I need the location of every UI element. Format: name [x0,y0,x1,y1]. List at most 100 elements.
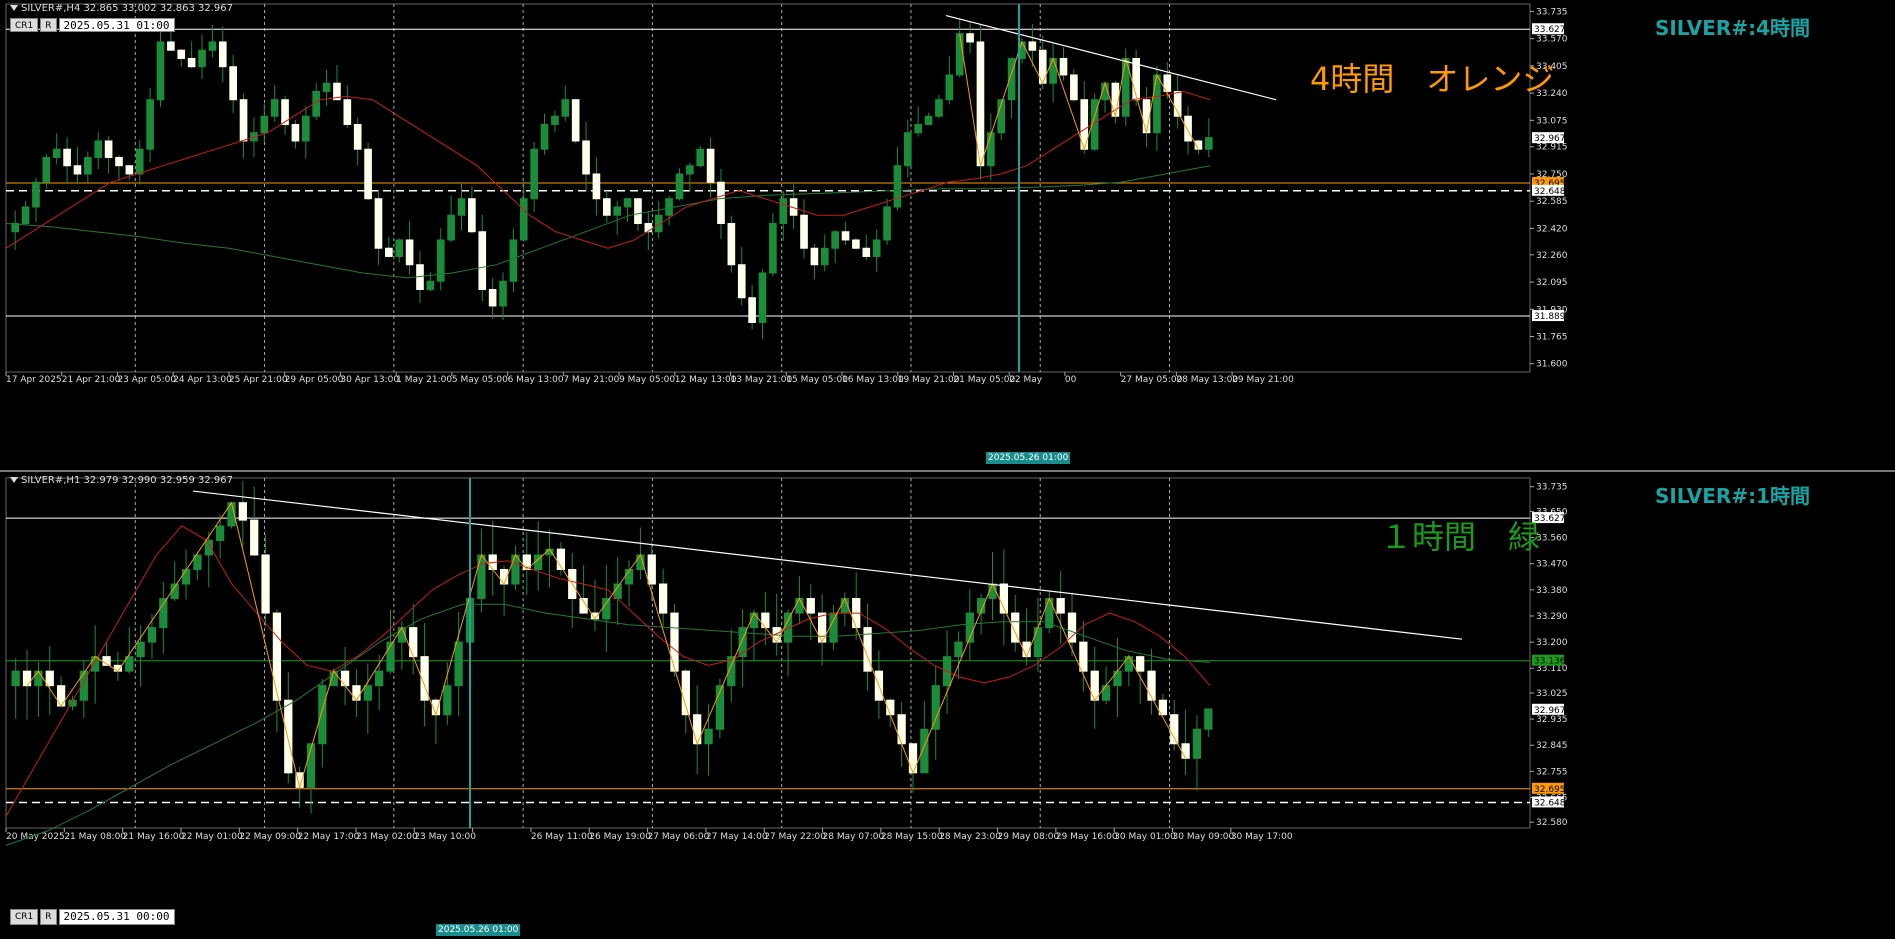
candle-body [215,525,225,541]
candle-body [1028,41,1037,51]
candle-body [94,140,103,158]
x-tick-label: 19 May 21:00 [898,375,960,385]
candle-body [238,502,247,521]
plot-frame [5,477,1531,829]
candle-body [198,49,206,68]
candle-body [374,198,383,249]
candle-body [1204,137,1213,150]
candle-body [935,99,943,117]
trend-line[interactable] [192,490,1463,640]
candle-body [829,612,838,643]
x-tick-label: 29 Apr 05:00 [285,375,344,385]
candle-body [1204,708,1213,730]
h1-chart-panel[interactable]: 33.73533.65033.56033.47033.38033.29033.2… [0,470,1895,939]
candle-body [976,41,985,167]
price-tag-label: 33.136 [1534,657,1566,667]
r-button[interactable]: R [40,909,57,925]
candle-body [696,148,705,167]
y-tick-label: 33.570 [1536,35,1568,45]
symbol-header: SILVER#,H1 32.979 32.990 32.959 32.967 [10,475,233,486]
h1-chart-canvas[interactable]: 33.73533.65033.56033.47033.38033.29033.2… [0,472,1895,939]
candle-body [385,247,393,257]
y-tick-label: 32.260 [1536,251,1568,261]
candle-body [795,598,804,614]
x-tick-label: 27 May 05:00 [1121,375,1183,385]
candle-body [426,280,435,290]
x-tick-label: 25 Apr 21:00 [229,375,288,385]
trend-line[interactable] [945,14,1277,101]
candle-body [136,641,145,658]
candle-body [457,198,466,216]
symbol-ohlc-text: SILVER#,H4 32.865 33.002 32.863 32.967 [21,3,233,14]
price-tag-label: 32.648 [1534,798,1566,808]
candle-body [395,239,404,257]
candle-body [613,206,622,216]
candle-body [903,132,912,167]
candle-body [945,74,954,101]
x-tick-label: 21 May 05:00 [953,375,1015,385]
candle-body [1170,714,1179,745]
candle-body [511,554,520,585]
candle-body [582,140,590,175]
x-tick-label: 27 May 06:00 [648,832,710,842]
candle-body [1079,641,1088,672]
dropdown-triangle-icon[interactable] [10,5,18,11]
h4-chart-canvas[interactable]: 33.73533.57033.40533.24033.07532.91532.7… [0,0,1895,468]
candle-body [21,206,30,224]
candle-body [488,288,497,307]
y-tick-label: 32.580 [1536,818,1568,828]
candle-body [147,627,157,643]
cursor-time-label: 2025.05.26 01:00 [436,924,521,936]
candle-body [1147,670,1156,701]
candle-body [405,239,414,266]
x-tick-label: 23 May 02:00 [356,832,418,842]
h4-chart-panel[interactable]: 33.735 33.570 33.405 33.240 33.075 32.915 32.7… [0,0,1895,468]
plot-frame [5,3,1531,373]
candle-body [954,641,963,658]
candle-body [322,82,331,92]
candle-body [706,148,715,183]
x-tick-label: 16 May 13:00 [842,375,904,385]
y-tick-label: 33.025 [1536,689,1568,699]
x-tick-label: 28 May 13:00 [1176,375,1238,385]
candle-body [519,198,528,241]
x-tick-label: 5 May 05:00 [452,375,508,385]
datetime-box[interactable]: 2025.05.31 01:00 [58,18,175,32]
candle-body [146,99,154,150]
candle-body [1101,685,1111,701]
candle-body [218,41,227,68]
y-tick-label: 33.290 [1536,612,1568,622]
candle-body [1136,656,1145,672]
chart-title: SILVER#:1時間 [1654,484,1810,508]
x-tick-label: 26 May 11:00 [531,832,593,842]
candle-body [115,156,123,167]
cursor-time-label: 2025.05.26 01:00 [986,452,1071,464]
candle-body [769,222,777,274]
x-tick-label: 00 [1065,375,1077,385]
candle-body [260,115,269,134]
candle-body [375,670,384,687]
r-button[interactable]: R [40,18,57,32]
chart-title: SILVER#:4時間 [1654,16,1810,40]
cr1-button[interactable]: CR1 [10,909,39,925]
x-tick-label: 28 May 07:00 [823,832,885,842]
dropdown-triangle-icon[interactable] [10,477,18,483]
candle-body [862,247,871,257]
candle-body [704,728,713,745]
x-tick-label: 29 May 21:00 [1232,375,1294,385]
candle-body [250,519,259,556]
candle-body [540,123,549,150]
candle-body [561,99,570,117]
candle-body [914,123,923,134]
y-tick-label: 33.735 [1536,7,1568,17]
sma-green-line [5,603,1211,846]
x-tick-label: 30 Apr 13:00 [340,375,399,385]
datetime-box[interactable]: 2025.05.31 00:00 [58,909,175,925]
y-tick-label: 32.420 [1536,224,1568,234]
cr1-button[interactable]: CR1 [10,18,39,32]
candle-body [45,670,54,687]
x-tick-label: 6 May 13:00 [508,375,564,385]
x-tick-label: 13 May 21:00 [731,375,793,385]
x-tick-label: 29 May 08:00 [998,832,1060,842]
candle-body [897,714,906,745]
